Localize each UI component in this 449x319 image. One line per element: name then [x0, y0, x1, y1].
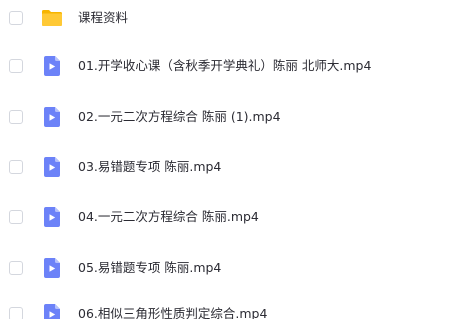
checkbox[interactable] [9, 59, 23, 73]
checkbox[interactable] [9, 160, 23, 174]
video-file-icon [41, 303, 63, 319]
list-item-folder[interactable]: 课程资料 [0, 0, 449, 40]
video-file-icon [41, 156, 63, 178]
list-item-video[interactable]: 01.开学收心课（含秋季开学典礼）陈丽 北师大.mp4 [0, 48, 449, 88]
file-name: 01.开学收心课（含秋季开学典礼）陈丽 北师大.mp4 [78, 58, 372, 73]
video-file-icon [41, 206, 63, 228]
checkbox[interactable] [9, 110, 23, 124]
file-name: 03.易错题专项 陈丽.mp4 [78, 159, 222, 174]
checkbox[interactable] [9, 11, 23, 25]
list-item-video[interactable]: 04.一元二次方程综合 陈丽.mp4 [0, 199, 449, 239]
list-item-video[interactable]: 06.相似三角形性质判定综合.mp4 [0, 296, 449, 319]
file-name: 05.易错题专项 陈丽.mp4 [78, 260, 222, 275]
list-item-video[interactable]: 03.易错题专项 陈丽.mp4 [0, 149, 449, 189]
video-file-icon [41, 106, 63, 128]
checkbox[interactable] [9, 261, 23, 275]
video-file-icon [41, 257, 63, 279]
list-item-video[interactable]: 02.一元二次方程综合 陈丽 (1).mp4 [0, 99, 449, 139]
file-name: 04.一元二次方程综合 陈丽.mp4 [78, 209, 259, 224]
file-name: 课程资料 [78, 10, 129, 25]
list-item-video[interactable]: 05.易错题专项 陈丽.mp4 [0, 250, 449, 290]
file-name: 02.一元二次方程综合 陈丽 (1).mp4 [78, 109, 281, 124]
checkbox[interactable] [9, 210, 23, 224]
checkbox[interactable] [9, 307, 23, 319]
file-name: 06.相似三角形性质判定综合.mp4 [78, 306, 268, 319]
video-file-icon [41, 55, 63, 77]
folder-icon [41, 7, 63, 29]
